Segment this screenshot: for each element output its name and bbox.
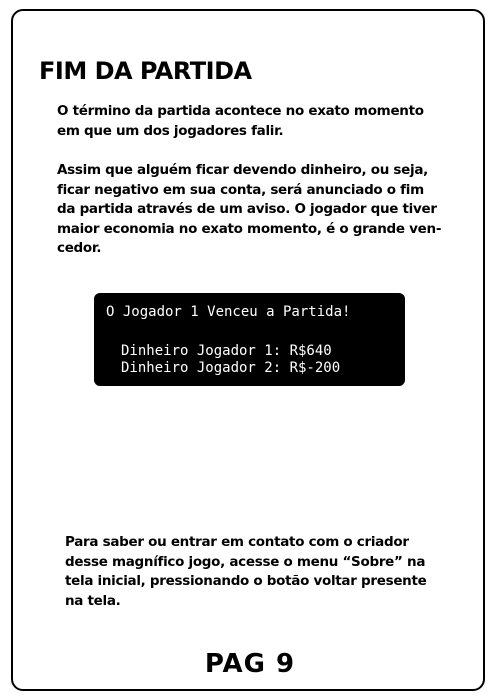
text-line: desse magnífico jogo, acesse o menu “Sob… <box>65 553 426 570</box>
player1-money: Dinheiro Jogador 1: R$640 <box>121 343 332 359</box>
paragraph-about-creator: Para saber ou entrar em contato com o cr… <box>65 533 427 611</box>
game-over-message-box: O Jogador 1 Venceu a Partida! Dinheiro J… <box>94 293 405 386</box>
winner-message: O Jogador 1 Venceu a Partida! <box>106 304 351 320</box>
text-line: em que um dos jogadores falir. <box>57 122 284 139</box>
text-line: ficar negativo em sua conta, será anunci… <box>57 181 424 198</box>
page-title: FIM DA PARTIDA <box>39 57 252 85</box>
text-line: na tela. <box>65 592 121 609</box>
text-line: cedor. <box>57 240 102 256</box>
text-line: tela inicial, pressionando o botão volta… <box>65 573 427 589</box>
paragraph-end-of-match: O término da partida acontece no exato m… <box>57 102 424 141</box>
text-line: Para saber ou entrar em contato com o cr… <box>65 534 409 550</box>
text-line: maior economia no exato momento, é o gra… <box>57 220 442 237</box>
page-number: PAG 9 <box>204 649 296 679</box>
text-line: Assim que alguém ficar devendo dinheiro,… <box>57 162 428 178</box>
text-line: O término da partida acontece no exato m… <box>57 103 424 119</box>
text-line: da partida através de um aviso. O jogado… <box>57 201 437 217</box>
paragraph-winner-announcement: Assim que alguém ficar devendo dinheiro,… <box>57 161 441 259</box>
player2-money: Dinheiro Jogador 2: R$-200 <box>121 360 341 376</box>
